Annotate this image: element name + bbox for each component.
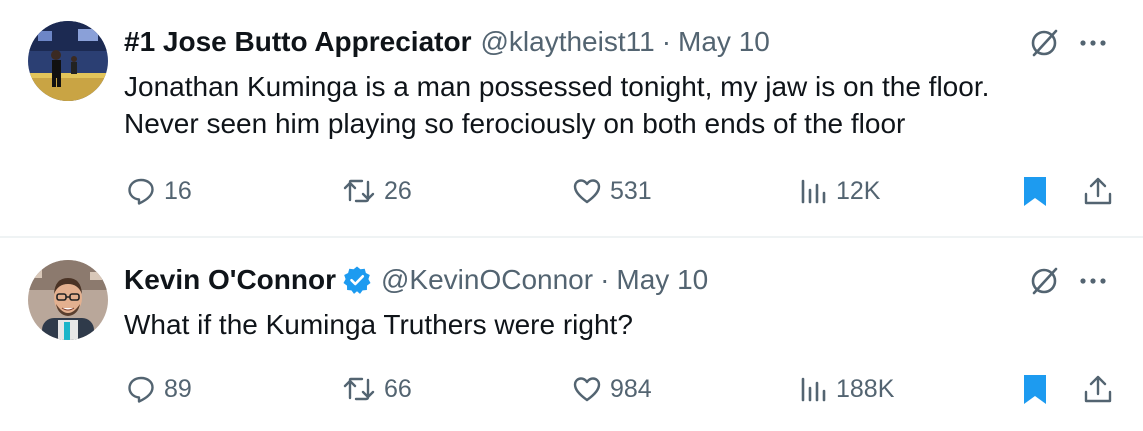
- views-button[interactable]: 188K: [798, 369, 894, 409]
- tweet-top-actions: [1028, 26, 1110, 60]
- tweet-text: Jonathan Kuminga is a man possessed toni…: [124, 68, 1124, 142]
- display-name[interactable]: #1 Jose Butto Appreciator: [124, 26, 471, 58]
- user-handle[interactable]: @klaytheist11: [480, 26, 654, 58]
- share-icon: [1082, 175, 1114, 207]
- repost-count: 66: [384, 374, 412, 403]
- bookmark-button[interactable]: [1020, 171, 1050, 211]
- views-icon: [798, 374, 828, 404]
- tweet-top-actions: [1028, 264, 1110, 298]
- repost-count: 26: [384, 176, 412, 205]
- views-icon: [798, 176, 828, 206]
- tweet[interactable]: Kevin O'Connor @KevinOConnor · May 10 Wh…: [0, 238, 1143, 431]
- share-button[interactable]: [1082, 369, 1114, 409]
- display-name[interactable]: Kevin O'Connor: [124, 264, 336, 296]
- grok-icon[interactable]: [1028, 26, 1062, 60]
- repost-button[interactable]: 66: [342, 369, 412, 409]
- tweet-text-line: Jonathan Kuminga is a man possessed toni…: [124, 71, 990, 102]
- views-count: 188K: [836, 374, 895, 403]
- share-icon: [1082, 373, 1114, 405]
- reply-icon: [126, 374, 156, 404]
- tweet-header: Kevin O'Connor @KevinOConnor · May 10: [124, 260, 708, 300]
- tweet-text-line: Never seen him playing so ferociously on…: [124, 108, 906, 139]
- tweet-actions: 89 66 984 188K: [124, 369, 1124, 409]
- tweet-text: What if the Kuminga Truthers were right?: [124, 306, 1124, 343]
- grok-icon[interactable]: [1028, 264, 1062, 298]
- user-handle[interactable]: @KevinOConnor: [381, 264, 593, 296]
- reply-button[interactable]: 16: [126, 171, 192, 211]
- repost-icon: [342, 176, 376, 206]
- repost-icon: [342, 374, 376, 404]
- bookmark-icon: [1020, 372, 1050, 406]
- tweet-header: #1 Jose Butto Appreciator @klaytheist11 …: [124, 22, 770, 62]
- bookmark-icon: [1020, 174, 1050, 208]
- like-count: 984: [610, 374, 652, 403]
- separator: ·: [600, 264, 610, 295]
- views-button[interactable]: 12K: [798, 171, 880, 211]
- like-icon: [572, 374, 602, 404]
- tweet[interactable]: #1 Jose Butto Appreciator @klaytheist11 …: [0, 0, 1143, 237]
- verified-icon: [342, 265, 372, 295]
- views-count: 12K: [836, 176, 881, 205]
- share-button[interactable]: [1082, 171, 1114, 211]
- avatar[interactable]: [28, 260, 108, 340]
- avatar[interactable]: [28, 21, 108, 101]
- timeline: #1 Jose Butto Appreciator @klaytheist11 …: [0, 0, 1143, 431]
- like-icon: [572, 176, 602, 206]
- tweet-date[interactable]: May 10: [616, 264, 708, 296]
- reply-icon: [126, 176, 156, 206]
- like-button[interactable]: 531: [572, 171, 652, 211]
- bookmark-button[interactable]: [1020, 369, 1050, 409]
- separator: ·: [661, 26, 672, 57]
- tweet-date[interactable]: May 10: [678, 26, 770, 58]
- like-button[interactable]: 984: [572, 369, 652, 409]
- tweet-actions: 16 26 531 12K: [124, 171, 1124, 211]
- reply-button[interactable]: 89: [126, 369, 192, 409]
- reply-count: 16: [164, 176, 192, 205]
- repost-button[interactable]: 26: [342, 171, 412, 211]
- more-icon[interactable]: [1076, 264, 1110, 298]
- more-icon[interactable]: [1076, 26, 1110, 60]
- like-count: 531: [610, 176, 652, 205]
- reply-count: 89: [164, 374, 192, 403]
- tweet-text-line: What if the Kuminga Truthers were right?: [124, 309, 633, 340]
